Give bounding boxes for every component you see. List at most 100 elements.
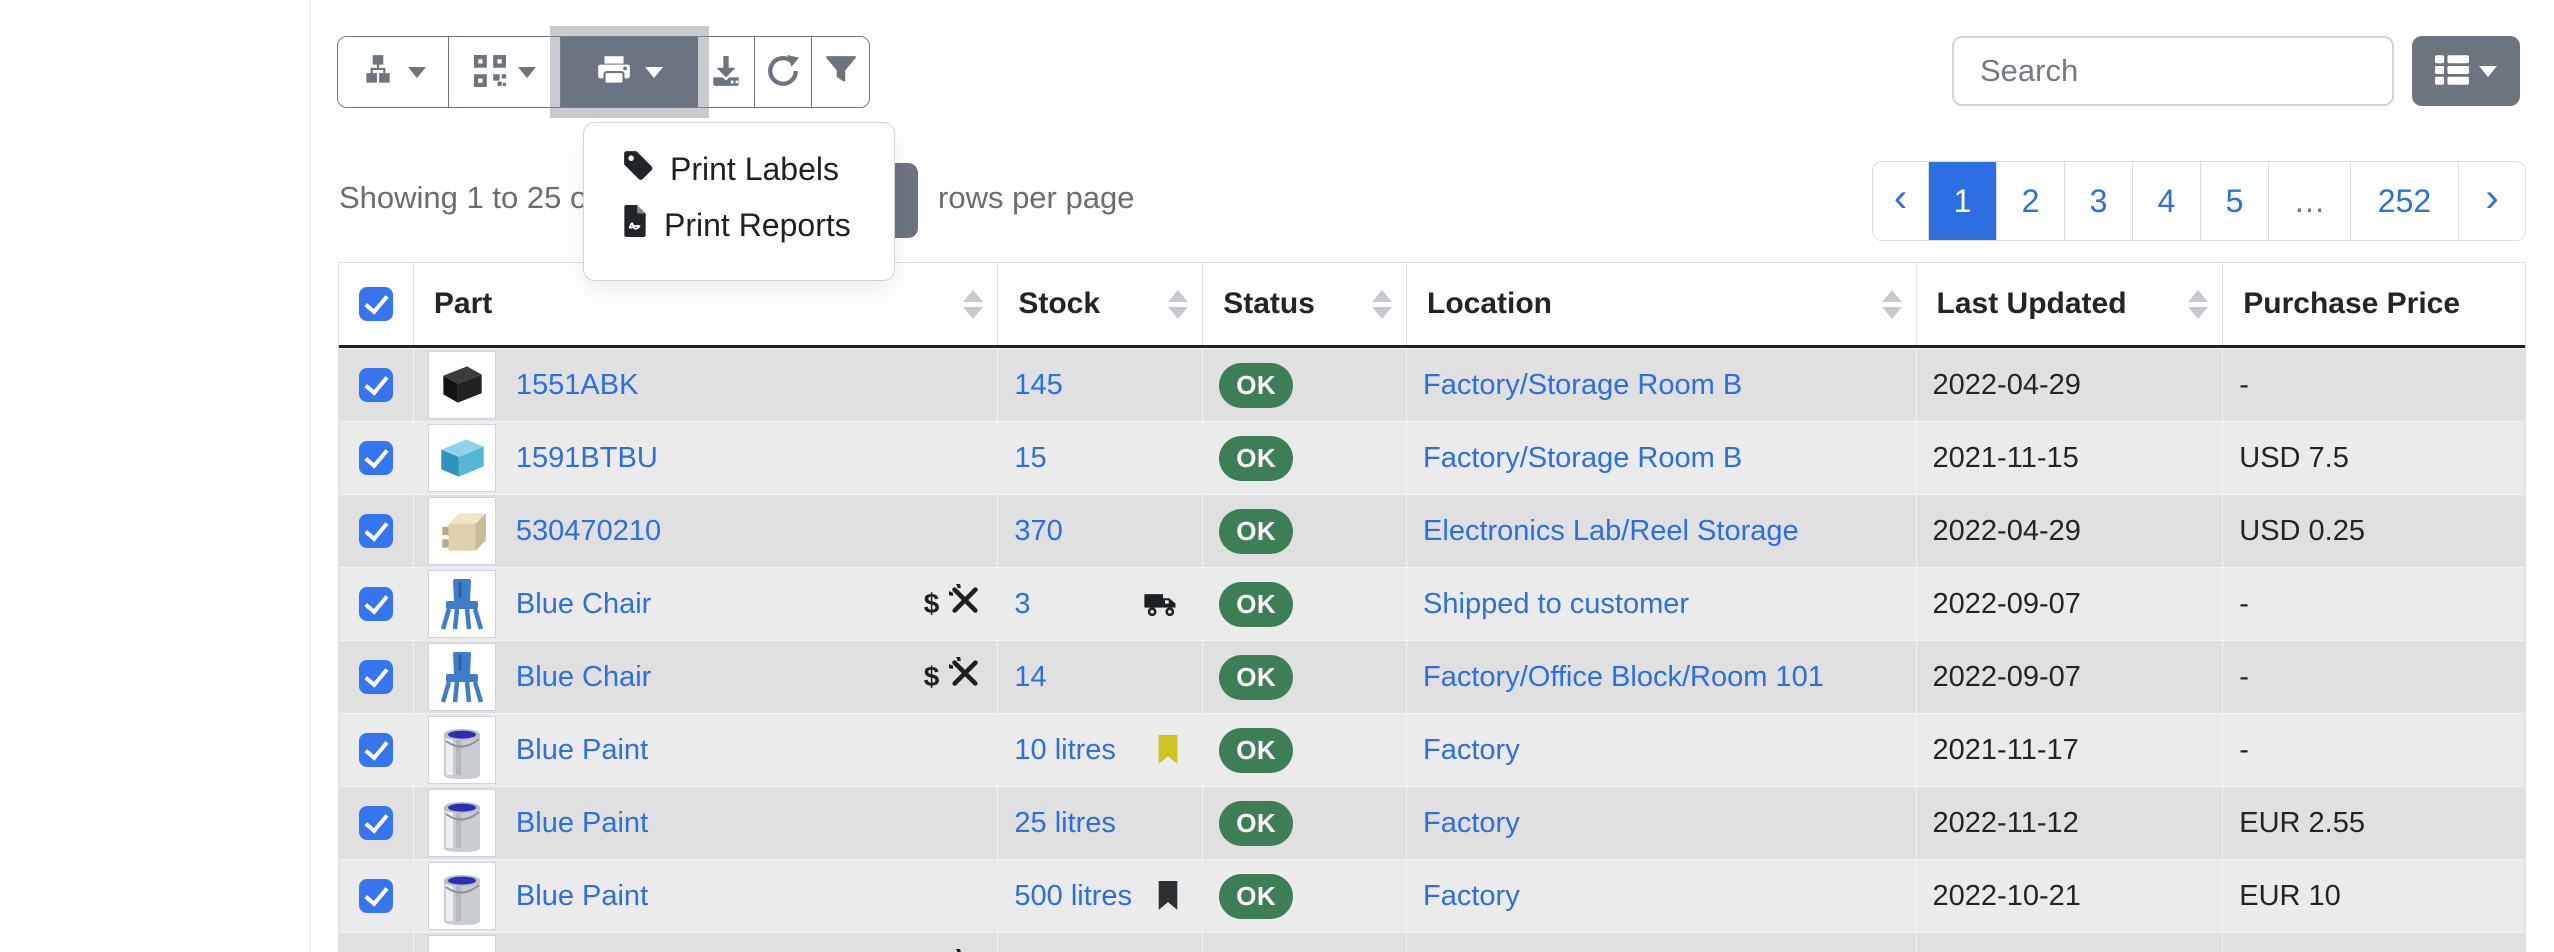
part-thumbnail[interactable] [428,424,496,492]
part-cell: $ [413,933,997,952]
part-thumbnail[interactable] [428,789,496,857]
stock-quantity-link[interactable]: 3 [1014,588,1030,621]
stock-cell: 25 litres [997,787,1202,859]
stock-table: Part Stock Status Location Last Updated … [338,262,2526,952]
location-link[interactable]: Factory [1423,807,1520,840]
allocation-bookmark-icon [1156,735,1180,766]
part-link[interactable]: Blue Paint [516,807,648,840]
stock-quantity-link[interactable]: 500 litres [1014,880,1132,913]
status-cell: OK [1202,422,1406,494]
stock-quantity-link[interactable]: 25 litres [1014,807,1116,840]
page-button-3[interactable]: 3 [2065,162,2133,240]
part-cell: 1551ABK [413,349,997,421]
part-thumbnail[interactable] [428,643,496,711]
row-checkbox-cell [339,349,413,421]
part-thumbnail[interactable] [428,862,496,930]
part-thumbnail[interactable] [428,497,496,565]
location-link[interactable]: Factory/Storage Room B [1423,442,1742,475]
row-checkbox[interactable] [359,587,393,621]
row-checkbox[interactable] [359,806,393,840]
tree-view-button[interactable] [338,37,449,107]
status-badge: OK [1219,509,1293,554]
table-row: $ [339,932,2525,952]
location-link[interactable]: Factory/Storage Room B [1423,369,1742,402]
panel-divider [310,0,311,952]
download-button[interactable] [698,37,755,107]
stock-quantity-link[interactable]: 370 [1014,515,1062,548]
location-link[interactable]: Factory [1423,880,1520,913]
next-page-button[interactable]: › [2459,162,2525,240]
part-link[interactable]: 1591BTBU [516,442,658,475]
location-link[interactable]: Factory [1423,734,1520,767]
part-link[interactable]: Blue Paint [516,880,648,913]
part-thumbnail[interactable] [428,351,496,419]
page-button-4[interactable]: 4 [2133,162,2201,240]
table-row: 530470210 370 OK Electronics Lab/Reel Stora… [339,494,2525,567]
row-checkbox-cell [339,933,413,952]
table-row: Blue Chair$3OKShipped to customer2022-09… [339,567,2525,640]
page-button-252[interactable]: 252 [2351,162,2459,240]
location-link[interactable]: Factory/Office Block/Room 101 [1423,661,1824,694]
part-link[interactable]: 530470210 [516,515,661,548]
row-checkbox[interactable] [359,368,393,402]
last-updated-cell: 2022-09-07 [1916,641,2223,713]
column-header-status[interactable]: Status [1202,263,1406,345]
location-link[interactable]: Electronics Lab/Reel Storage [1423,515,1799,548]
column-header-stock[interactable]: Stock [997,263,1202,345]
part-flag-icons: $ [924,584,984,624]
location-link[interactable]: Shipped to customer [1423,588,1689,621]
part-link[interactable]: Blue Paint [516,734,648,767]
column-header-last-updated[interactable]: Last Updated [1916,263,2223,345]
part-thumbnail[interactable] [428,716,496,784]
part-link[interactable]: 1551ABK [516,369,639,402]
row-checkbox[interactable] [359,733,393,767]
table-row: Blue Paint10 litresOKFactory2021-11-17- [339,713,2525,786]
column-header-purchase-price[interactable]: Purchase Price [2222,263,2525,345]
search-input[interactable] [1952,36,2394,106]
row-checkbox[interactable] [359,879,393,913]
part-thumbnail[interactable] [428,570,496,638]
column-header-location[interactable]: Location [1406,263,1916,345]
purchase-price-cell: EUR 2.55 [2222,787,2525,859]
refresh-button[interactable] [755,37,812,107]
part-cell: Blue Paint [413,714,997,786]
stock-quantity-link[interactable]: 14 [1014,661,1046,694]
row-checkbox[interactable] [359,441,393,475]
row-checkbox[interactable] [359,660,393,694]
allocation-bookmark-icon [1156,881,1180,912]
print-actions-button[interactable] [561,37,698,107]
status-badge: OK [1219,874,1293,919]
status-cell: OK [1202,787,1406,859]
sort-icon [1882,290,1902,319]
select-all-checkbox[interactable] [359,287,393,321]
filter-button[interactable] [812,37,869,107]
column-select-button[interactable] [2412,36,2520,106]
page-button-5[interactable]: 5 [2201,162,2269,240]
row-checkbox-cell [339,714,413,786]
barcode-actions-button[interactable] [449,37,561,107]
table-row: 1551ABK145OKFactory/Storage Room B2022-0… [339,348,2525,421]
stock-quantity-link[interactable]: 15 [1014,442,1046,475]
print-labels-menu-item[interactable]: Print Labels [584,141,894,197]
part-link[interactable]: Blue Chair [516,588,651,621]
previous-page-button[interactable]: ‹ [1873,162,1929,240]
page-ellipsis[interactable]: … [2269,162,2351,240]
location-cell: Factory [1406,787,1916,859]
status-cell [1202,933,1406,952]
stock-quantity-link[interactable]: 145 [1014,369,1062,402]
component-tools-icon [949,657,981,697]
last-updated-cell: 2022-11-12 [1916,787,2223,859]
part-thumbnail[interactable] [428,935,496,952]
row-checkbox-cell [339,422,413,494]
page-button-1[interactable]: 1 [1929,162,1997,240]
row-checkbox[interactable] [359,514,393,548]
stock-quantity-link[interactable]: 10 litres [1014,734,1116,767]
print-reports-menu-item[interactable]: Print Reports [584,197,894,253]
printer-icon [595,56,633,89]
stock-cell: 10 litres [997,714,1202,786]
page-button-2[interactable]: 2 [1997,162,2065,240]
stock-table-page: Showing 1 to 25 o rows per page ‹ 1 2 3 … [0,0,2554,952]
sort-icon [1168,290,1188,319]
print-dropdown-menu: Print Labels Print Reports [583,122,895,281]
part-link[interactable]: Blue Chair [516,661,651,694]
